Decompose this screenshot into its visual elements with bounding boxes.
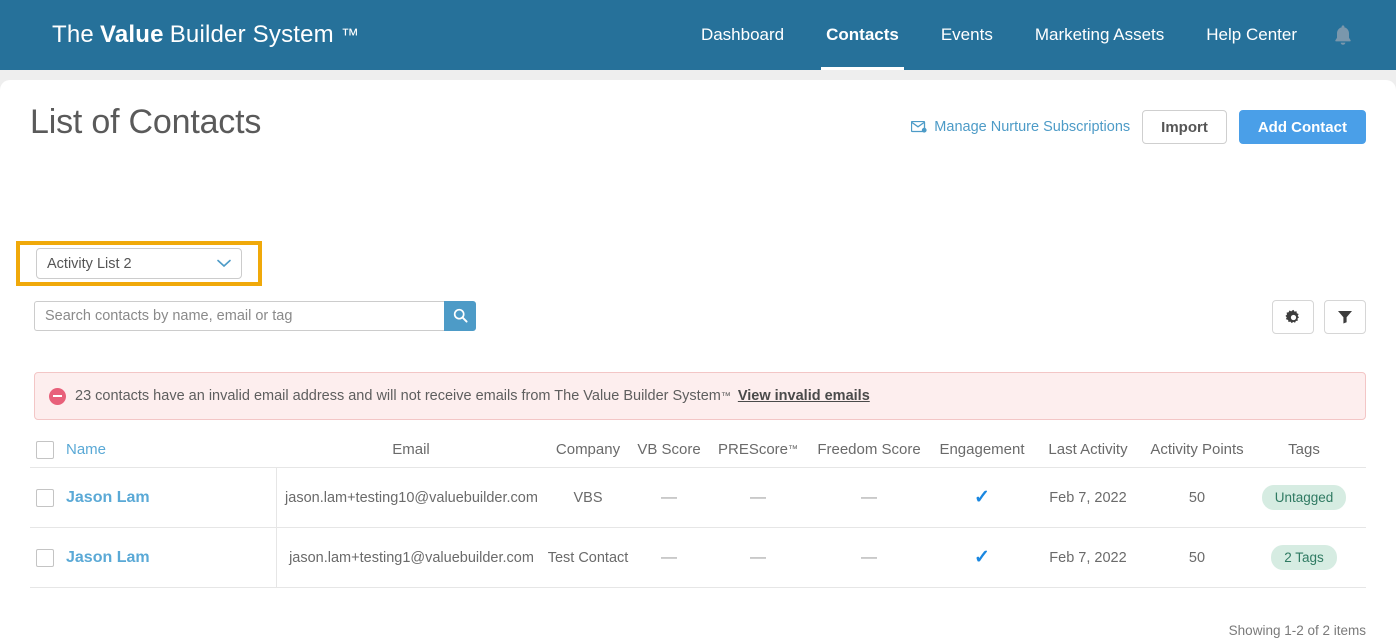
contact-name-link[interactable]: Jason Lam xyxy=(66,549,150,567)
table-row: Jason Lam jason.lam+testing10@valuebuild… xyxy=(30,468,1366,528)
column-header-last-activity: Last Activity xyxy=(1048,441,1128,458)
row-checkbox-cell xyxy=(30,548,66,567)
title-row: List of Contacts Manage Nurture Subscrip… xyxy=(30,80,1366,144)
column-header-vb-score: VB Score xyxy=(637,441,701,458)
error-circle-minus-icon xyxy=(49,387,66,405)
tag-badge[interactable]: 2 Tags xyxy=(1271,545,1337,570)
table-header-row: Name Email Company VB Score PREScore ™ Fr… xyxy=(30,432,1366,468)
brand-bold: Value xyxy=(99,21,164,48)
cell-tags: 2 Tags xyxy=(1252,545,1356,570)
gear-icon xyxy=(1284,309,1299,323)
column-header-name[interactable]: Name xyxy=(66,441,276,458)
cell-vb-score: — xyxy=(661,488,677,506)
column-header-prescore-label: PREScore xyxy=(717,441,789,458)
brand-suffix: Builder System xyxy=(169,21,334,48)
pagination-summary: Showing 1-2 of 2 items xyxy=(1228,623,1366,638)
column-header-company: Company xyxy=(555,441,621,458)
cell-last-activity: Feb 7, 2022 xyxy=(1049,489,1127,506)
manage-nurture-subscriptions-label: Manage Nurture Subscriptions xyxy=(934,119,1131,135)
bell-icon xyxy=(1335,25,1351,45)
row-checkbox[interactable] xyxy=(36,488,54,507)
cell-engagement: ✓ xyxy=(974,487,990,508)
filter-button[interactable] xyxy=(1324,300,1366,334)
tag-badge[interactable]: Untagged xyxy=(1261,485,1347,510)
contacts-card: List of Contacts Manage Nurture Subscrip… xyxy=(0,80,1396,638)
column-header-email: Email xyxy=(392,441,430,458)
import-button[interactable]: Import xyxy=(1142,110,1227,144)
column-header-tags: Tags xyxy=(1288,441,1320,458)
notifications-button[interactable] xyxy=(1318,0,1372,70)
cell-vb-score: — xyxy=(661,548,677,566)
activity-list-dropdown[interactable]: Activity List 2 xyxy=(36,248,242,279)
list-selector-highlight: Activity List 2 xyxy=(16,241,262,286)
row-checkbox-cell xyxy=(30,488,66,507)
column-header-freedom-score: Freedom Score xyxy=(817,441,921,458)
nav-item-marketing-assets[interactable]: Marketing Assets xyxy=(1014,0,1185,70)
table-tool-buttons xyxy=(1272,297,1366,334)
page-shell: List of Contacts Manage Nurture Subscrip… xyxy=(0,70,1396,638)
cell-company: Test Contact xyxy=(547,549,629,566)
nav-item-dashboard[interactable]: Dashboard xyxy=(680,0,805,70)
cell-name: Jason Lam xyxy=(66,489,276,507)
search-button[interactable] xyxy=(444,300,476,331)
cell-activity-points: 50 xyxy=(1188,489,1206,506)
title-actions: Manage Nurture Subscriptions Import Add … xyxy=(911,102,1366,144)
invalid-email-alert-tm: ™ xyxy=(720,390,731,402)
brand-prefix: The xyxy=(52,21,94,48)
select-all-checkbox-cell xyxy=(30,440,66,459)
settings-button[interactable] xyxy=(1272,300,1314,334)
column-header-prescore-tm: ™ xyxy=(788,444,799,455)
chevron-down-icon xyxy=(217,256,231,272)
page-title: List of Contacts xyxy=(30,103,262,141)
contact-name-link[interactable]: Jason Lam xyxy=(66,489,150,507)
nav-item-contacts[interactable]: Contacts xyxy=(805,0,920,70)
search-input[interactable] xyxy=(34,300,444,331)
search-group xyxy=(34,300,476,331)
cell-last-activity: Feb 7, 2022 xyxy=(1049,549,1127,566)
envelope-icon xyxy=(911,121,927,133)
search-row xyxy=(34,297,1366,334)
cell-company: VBS xyxy=(573,489,603,506)
row-checkbox[interactable] xyxy=(36,548,54,567)
brand-logo[interactable]: The Value Builder System ™ xyxy=(0,0,359,70)
activity-list-dropdown-value: Activity List 2 xyxy=(47,255,132,272)
nav-item-events[interactable]: Events xyxy=(920,0,1014,70)
cell-activity-points: 50 xyxy=(1188,549,1206,566)
cell-prescore: — xyxy=(750,548,766,566)
nav-item-help-center[interactable]: Help Center xyxy=(1185,0,1318,70)
table-row: Jason Lam jason.lam+testing1@valuebuilde… xyxy=(30,528,1366,588)
cell-freedom-score: — xyxy=(861,488,877,506)
cell-engagement: ✓ xyxy=(974,547,990,568)
view-invalid-emails-link[interactable]: View invalid emails xyxy=(738,388,870,404)
add-contact-button[interactable]: Add Contact xyxy=(1238,110,1366,144)
cell-name: Jason Lam xyxy=(66,549,276,567)
column-header-activity-points: Activity Points xyxy=(1150,441,1244,458)
column-header-prescore: PREScore ™ xyxy=(708,441,808,458)
search-icon xyxy=(453,308,468,323)
cell-prescore: — xyxy=(750,488,766,506)
cell-tags: Untagged xyxy=(1252,485,1356,510)
top-navigation-bar: The Value Builder System ™ Dashboard Con… xyxy=(0,0,1396,70)
contacts-table: Name Email Company VB Score PREScore ™ Fr… xyxy=(30,432,1366,588)
cell-email: jason.lam+testing10@valuebuilder.com xyxy=(276,468,546,527)
manage-nurture-subscriptions-link[interactable]: Manage Nurture Subscriptions xyxy=(911,119,1130,135)
select-all-checkbox[interactable] xyxy=(36,440,54,459)
funnel-icon xyxy=(1338,311,1352,324)
cell-email: jason.lam+testing1@valuebuilder.com xyxy=(276,528,546,587)
brand-trademark: ™ xyxy=(340,24,360,45)
column-header-engagement: Engagement xyxy=(939,441,1025,458)
cell-freedom-score: — xyxy=(861,548,877,566)
main-nav: Dashboard Contacts Events Marketing Asse… xyxy=(680,0,1396,70)
invalid-email-alert: 23 contacts have an invalid email addres… xyxy=(34,372,1366,420)
invalid-email-alert-text: 23 contacts have an invalid email addres… xyxy=(75,388,721,404)
